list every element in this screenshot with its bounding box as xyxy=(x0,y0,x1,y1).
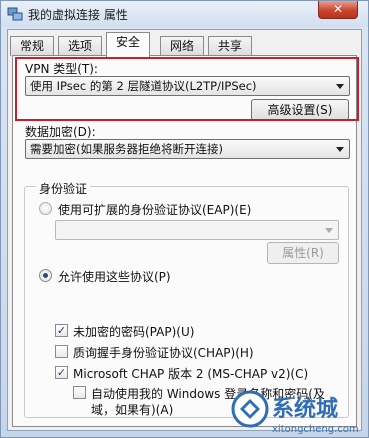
title-bar[interactable]: 我的虚拟连接 属性 ✕ xyxy=(1,1,368,27)
mschapv2-checkbox[interactable]: ✓ xyxy=(55,366,68,379)
allow-protocols-radio[interactable] xyxy=(39,269,52,282)
tab-options[interactable]: 选项 xyxy=(58,36,103,56)
authentication-group-title: 身份验证 xyxy=(36,180,91,197)
site-watermark: 系统城 xitongcheng.com xyxy=(230,387,369,438)
watermark-brand: 系统城 xyxy=(272,396,338,422)
encryption-value: 需要加密(如果服务器拒绝将断开连接) xyxy=(30,142,223,156)
pap-checkbox[interactable]: ✓ xyxy=(55,324,68,337)
chevron-down-icon xyxy=(336,84,344,89)
properties-window: 我的虚拟连接 属性 ✕ 常规 选项 安全 网络 共享 VPN 类型(T): 使用… xyxy=(0,0,369,438)
encryption-label: 数据加密(D): xyxy=(25,125,96,139)
tab-strip: 常规 选项 安全 网络 共享 xyxy=(10,32,360,57)
encryption-select[interactable]: 需要加密(如果服务器拒绝将断开连接) xyxy=(25,139,350,159)
tab-general[interactable]: 常规 xyxy=(10,36,55,56)
chap-label[interactable]: 质询握手身份验证协议(CHAP)(H) xyxy=(73,344,254,361)
eap-method-select[interactable] xyxy=(55,220,339,240)
mschapv2-label[interactable]: Microsoft CHAP 版本 2 (MS-CHAP v2)(C) xyxy=(73,365,308,382)
close-button[interactable]: ✕ xyxy=(318,1,358,19)
vpn-type-value: 使用 IPsec 的第 2 层隧道协议(L2TP/IPSec) xyxy=(30,79,257,93)
allow-protocols-label[interactable]: 允许使用这些协议(P) xyxy=(58,268,171,285)
close-icon: ✕ xyxy=(332,2,344,16)
vpn-type-select[interactable]: 使用 IPsec 的第 2 层隧道协议(L2TP/IPSec) xyxy=(25,76,350,96)
eap-radio[interactable] xyxy=(39,202,52,215)
advanced-settings-button[interactable]: 高级设置(S) xyxy=(251,99,349,121)
autologon-checkbox[interactable] xyxy=(73,386,86,399)
network-connection-icon xyxy=(7,7,23,21)
chevron-down-icon xyxy=(325,228,333,233)
security-tab-panel: VPN 类型(T): 使用 IPsec 的第 2 层隧道协议(L2TP/IPSe… xyxy=(12,55,357,427)
autologon-label-line2[interactable]: 域，如果有)(A) xyxy=(91,401,173,418)
chap-checkbox[interactable] xyxy=(55,345,68,358)
pap-label[interactable]: 未加密的密码(PAP)(U) xyxy=(73,323,194,340)
vpn-type-label: VPN 类型(T): xyxy=(25,62,98,76)
tab-networking[interactable]: 网络 xyxy=(160,36,205,56)
tab-sharing[interactable]: 共享 xyxy=(208,36,253,56)
eap-radio-label[interactable]: 使用可扩展的身份验证协议(EAP)(E) xyxy=(58,201,251,218)
watermark-url: xitongcheng.com xyxy=(272,424,359,435)
window-title: 我的虚拟连接 属性 xyxy=(28,8,128,22)
eap-properties-button[interactable]: 属性(R) xyxy=(267,242,339,264)
chevron-down-icon xyxy=(336,147,344,152)
watermark-logo-icon: 系统城 xitongcheng.com xyxy=(231,390,359,435)
dialog-client-area: 常规 选项 安全 网络 共享 VPN 类型(T): 使用 IPsec 的第 2 … xyxy=(7,29,362,431)
tab-security[interactable]: 安全 xyxy=(106,32,151,57)
